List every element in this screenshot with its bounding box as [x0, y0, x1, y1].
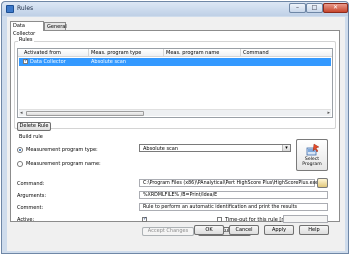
help-button[interactable]: Help	[299, 225, 329, 235]
select-program-button[interactable]: Select Program	[296, 139, 328, 171]
program-type-radio-label[interactable]: Measurement program type:	[26, 147, 98, 153]
arguments-field[interactable]: %XRDMLFILE% /B=Print/Idea/E	[139, 191, 328, 199]
rules-table: Activated from Meas. program type Meas. …	[17, 48, 333, 118]
data-collector-panel: Rules Activated from Meas. program type …	[10, 30, 340, 236]
dialog-body: Data Collector General Rules Activated f…	[7, 17, 345, 251]
cell-activated-from: Data Collector	[30, 59, 66, 65]
select-program-icon	[306, 143, 320, 156]
accept-changes-button[interactable]: Accept Changes	[142, 227, 194, 236]
active-checkbox[interactable]: ✓	[142, 216, 148, 222]
cell-program-type: Absolute scan	[91, 59, 127, 65]
chevron-down-icon[interactable]: ▾	[282, 145, 290, 151]
browse-folder-icon[interactable]	[317, 178, 328, 188]
build-rule-group-label: Build rule	[18, 134, 44, 140]
column-header-program-type[interactable]: Meas. program type	[91, 50, 141, 56]
table-header: Activated from Meas. program type Meas. …	[18, 49, 332, 57]
arguments-value: %XRDMLFILE% /B=Print/Idea/E	[143, 193, 218, 198]
program-name-radio[interactable]	[17, 161, 23, 167]
minimize-button[interactable]: –	[289, 3, 306, 13]
checkmark-icon: ✓	[24, 58, 29, 64]
column-divider[interactable]	[88, 49, 89, 57]
command-field[interactable]: C:\Program Files (x86)\PAnalytical\Pert …	[139, 179, 319, 187]
scrollbar-thumb[interactable]	[26, 111, 144, 116]
program-name-radio-label[interactable]: Measurement program name:	[26, 161, 101, 167]
select-program-label: Select Program	[302, 157, 322, 167]
column-header-activated-from[interactable]: Activated from	[24, 50, 61, 56]
checkmark-icon: ✓	[143, 216, 148, 222]
active-label: Active:	[17, 217, 35, 223]
column-divider[interactable]	[163, 49, 164, 57]
scroll-right-icon[interactable]: ▸	[327, 110, 330, 116]
column-header-program-name[interactable]: Meas. program name	[166, 50, 219, 56]
program-type-radio[interactable]	[17, 147, 23, 153]
app-icon	[6, 5, 14, 13]
timeout-checkbox[interactable]	[217, 217, 222, 222]
command-value: C:\Program Files (x86)\PAnalytical\Pert …	[143, 181, 319, 186]
row-active-checkbox[interactable]: ✓	[23, 58, 29, 64]
column-header-command[interactable]: Command	[243, 50, 269, 56]
radio-selected-dot	[19, 149, 21, 151]
timeout-field[interactable]	[283, 215, 328, 223]
apply-button[interactable]: Apply	[264, 225, 294, 235]
comment-field[interactable]: Rule to perform an automatic identificat…	[139, 203, 328, 211]
maximize-button[interactable]: □	[306, 3, 323, 13]
ok-button[interactable]: OK	[194, 225, 224, 235]
command-label: Command:	[17, 181, 45, 187]
window-title: Rules	[17, 5, 34, 12]
column-divider[interactable]	[240, 49, 241, 57]
close-button[interactable]: ✕	[323, 3, 348, 13]
scroll-left-icon[interactable]: ◂	[20, 110, 23, 116]
program-type-select[interactable]: Absolute scan ▾	[139, 144, 291, 152]
rules-dialog: Rules – □ ✕ Data Collector General Rules…	[1, 1, 349, 254]
cancel-button[interactable]: Cancel	[229, 225, 259, 235]
comment-label: Comment:	[17, 205, 44, 211]
tab-data-collector[interactable]: Data Collector	[10, 21, 44, 37]
arguments-label: Arguments:	[17, 193, 47, 199]
table-row[interactable]: ✓ Data Collector Absolute scan	[19, 58, 331, 66]
horizontal-scrollbar[interactable]: ◂ ▸	[19, 109, 331, 116]
delete-rule-button[interactable]: Delete Rule	[17, 122, 51, 131]
comment-value: Rule to perform an automatic identificat…	[143, 205, 297, 210]
title-bar[interactable]: Rules – □ ✕	[2, 2, 348, 16]
program-type-select-value: Absolute scan	[143, 146, 179, 152]
